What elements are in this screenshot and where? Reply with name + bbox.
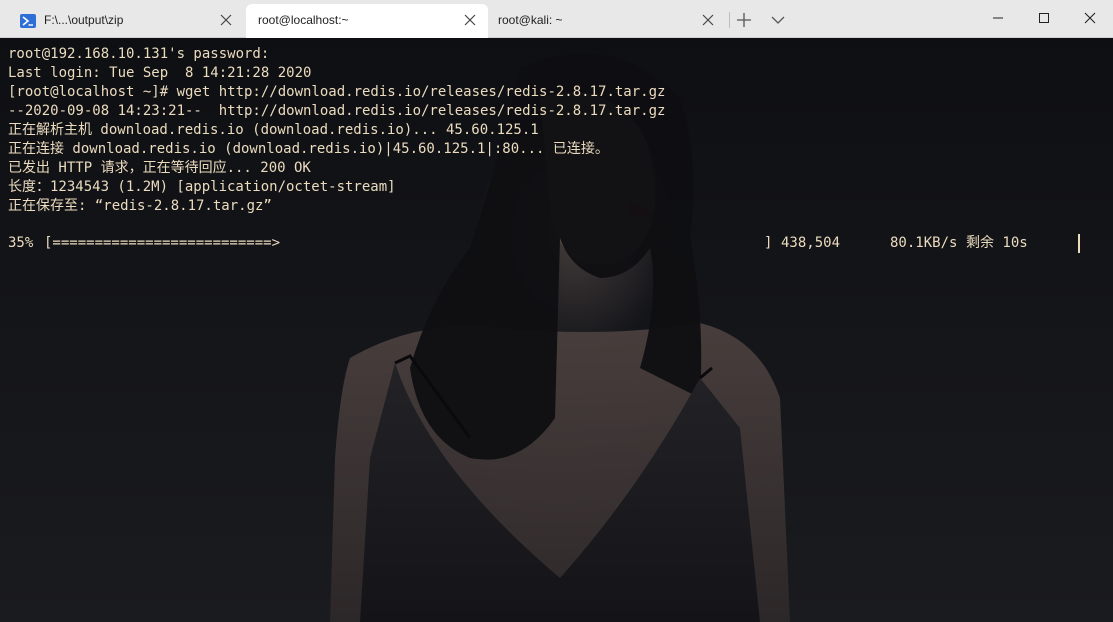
progress-percent: 35%: [8, 235, 34, 251]
powershell-icon: [20, 14, 36, 28]
tab-kali[interactable]: root@kali: ~: [490, 4, 726, 38]
progress-eta: 剩余 10s: [966, 235, 1028, 251]
terminal-line: 正在连接 download.redis.io (download.redis.i…: [8, 141, 609, 157]
terminal-line: 正在解析主机 download.redis.io (download.redis…: [8, 122, 539, 138]
tab-divider: [729, 12, 730, 28]
maximize-icon: [1039, 13, 1049, 23]
terminal-line: Last login: Tue Sep 8 14:21:28 2020: [8, 65, 312, 81]
progress-speed: 80.1KB/s: [890, 235, 958, 251]
maximize-button[interactable]: [1021, 0, 1067, 36]
terminal-line: 正在保存至: “redis-2.8.17.tar.gz”: [8, 198, 272, 214]
tab-powershell[interactable]: F:\...\output\zip: [8, 4, 244, 38]
tab-localhost[interactable]: root@localhost:~: [246, 4, 488, 38]
tab-label: F:\...\output\zip: [44, 13, 124, 27]
progress-bar-end: ]: [764, 235, 773, 251]
close-icon[interactable]: [700, 12, 716, 28]
close-icon[interactable]: [218, 12, 234, 28]
tab-dropdown-button[interactable]: [766, 8, 790, 32]
close-icon: [1084, 12, 1096, 24]
tab-label: root@kali: ~: [498, 13, 563, 27]
progress-bar: [==========================>: [44, 235, 281, 251]
progress-bytes: 438,504: [781, 235, 841, 251]
plus-icon: [737, 13, 751, 27]
chevron-down-icon: [771, 16, 785, 24]
terminal-pane[interactable]: root@192.168.10.131's password: Last log…: [0, 38, 1113, 622]
close-window-button[interactable]: [1067, 0, 1113, 36]
terminal-line: 长度：1234543 (1.2M) [application/octet-str…: [8, 179, 396, 195]
terminal-line: --2020-09-08 14:23:21-- http://download.…: [8, 103, 666, 119]
new-tab-button[interactable]: [732, 8, 756, 32]
terminal-line: 已发出 HTTP 请求，正在等待回应... 200 OK: [8, 160, 311, 176]
close-icon[interactable]: [462, 12, 478, 28]
minimize-icon: [993, 17, 1003, 19]
terminal-line: [root@localhost ~]# wget http://download…: [8, 84, 666, 100]
minimize-button[interactable]: [975, 0, 1021, 36]
terminal-cursor: [1078, 234, 1080, 253]
terminal-line: root@192.168.10.131's password:: [8, 46, 270, 62]
title-bar: F:\...\output\zip root@localhost:~ root@…: [0, 0, 1113, 38]
tab-label: root@localhost:~: [258, 13, 349, 27]
